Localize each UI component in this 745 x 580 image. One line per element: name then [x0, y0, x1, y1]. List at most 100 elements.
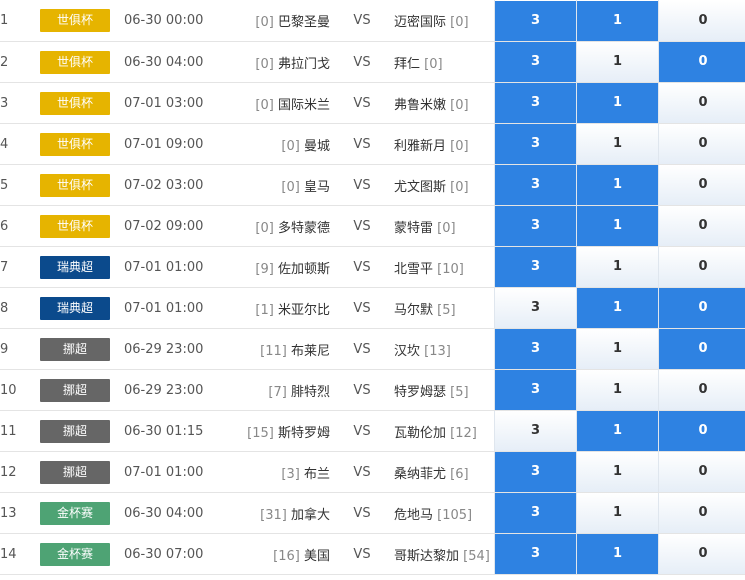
away-team-name[interactable]: 尤文图斯 — [394, 180, 446, 195]
odds-button-loss[interactable]: 0 — [659, 165, 745, 205]
row-index-cell: 10 — [0, 369, 24, 411]
odds-button-draw[interactable]: 1 — [577, 288, 658, 328]
odds-button-loss[interactable]: 0 — [659, 411, 745, 451]
match-time: 07-01 01:00 — [124, 464, 204, 480]
home-team-name[interactable]: 巴黎圣曼 — [278, 15, 330, 30]
odds-button-win[interactable]: 3 — [495, 165, 576, 205]
odds-button-loss[interactable]: 0 — [659, 288, 745, 328]
odds-button-draw[interactable]: 1 — [577, 165, 658, 205]
home-team-name[interactable]: 皇马 — [304, 180, 330, 195]
odds-button-loss[interactable]: 0 — [659, 534, 745, 574]
league-badge[interactable]: 挪超 — [40, 337, 110, 361]
match-row: 2 世俱杯 06-30 04:00 [0] 弗拉门戈 VS 拜仁 [0] 3 1… — [0, 41, 745, 83]
odds-button-win[interactable]: 3 — [495, 288, 576, 328]
away-team-name[interactable]: 马尔默 — [394, 303, 433, 318]
home-team-name[interactable]: 多特蒙德 — [278, 221, 330, 236]
home-rank: [11] — [260, 343, 287, 359]
away-team-name[interactable]: 瓦勒伦加 — [394, 426, 446, 441]
league-cell: 挪超 — [24, 328, 124, 370]
row-index-cell: 5 — [0, 164, 24, 206]
away-team-name[interactable]: 桑纳菲尤 — [394, 467, 446, 482]
home-team-name[interactable]: 国际米兰 — [278, 98, 330, 113]
league-badge[interactable]: 挪超 — [40, 378, 110, 402]
odds-cell-draw: 1 — [576, 164, 659, 206]
away-team-cell: 特罗姆瑟 [5] — [394, 369, 495, 411]
odds-button-win[interactable]: 3 — [495, 329, 576, 369]
odds-button-draw[interactable]: 1 — [577, 42, 658, 82]
odds-button-win[interactable]: 3 — [495, 83, 576, 123]
away-team-name[interactable]: 汉坎 — [394, 344, 420, 359]
odds-button-win[interactable]: 3 — [495, 370, 576, 410]
odds-button-draw[interactable]: 1 — [577, 0, 658, 41]
away-team-name[interactable]: 弗鲁米嫩 — [394, 98, 446, 113]
odds-button-draw[interactable]: 1 — [577, 83, 658, 123]
odds-button-win[interactable]: 3 — [495, 411, 576, 451]
home-team-name[interactable]: 斯特罗姆 — [278, 426, 330, 441]
odds-button-loss[interactable]: 0 — [659, 247, 745, 287]
odds-button-loss[interactable]: 0 — [659, 206, 745, 246]
odds-button-win[interactable]: 3 — [495, 0, 576, 41]
odds-button-draw[interactable]: 1 — [577, 534, 658, 574]
odds-button-draw[interactable]: 1 — [577, 247, 658, 287]
away-team-name[interactable]: 哥斯达黎加 — [394, 549, 459, 564]
league-cell: 世俱杯 — [24, 41, 124, 83]
away-team-name[interactable]: 特罗姆瑟 — [394, 385, 446, 400]
away-team-name[interactable]: 蒙特雷 — [394, 221, 433, 236]
match-time: 07-01 01:00 — [124, 259, 204, 275]
odds-button-win[interactable]: 3 — [495, 534, 576, 574]
odds-button-draw[interactable]: 1 — [577, 370, 658, 410]
league-badge[interactable]: 金杯赛 — [40, 501, 110, 525]
odds-button-win[interactable]: 3 — [495, 247, 576, 287]
league-badge[interactable]: 瑞典超 — [40, 255, 110, 279]
odds-button-draw[interactable]: 1 — [577, 124, 658, 164]
odds-button-draw[interactable]: 1 — [577, 452, 658, 492]
home-team-name[interactable]: 佐加顿斯 — [278, 262, 330, 277]
vs-cell: VS — [330, 410, 394, 452]
home-team-name[interactable]: 腓特烈 — [291, 385, 330, 400]
league-badge[interactable]: 挪超 — [40, 419, 110, 443]
home-team-name[interactable]: 曼城 — [304, 139, 330, 154]
vs-label: VS — [353, 95, 371, 111]
home-team-name[interactable]: 加拿大 — [291, 508, 330, 523]
league-cell: 金杯赛 — [24, 533, 124, 575]
away-rank: [6] — [450, 466, 469, 482]
league-badge[interactable]: 世俱杯 — [40, 91, 110, 115]
odds-button-draw[interactable]: 1 — [577, 493, 658, 533]
home-team-name[interactable]: 美国 — [304, 549, 330, 564]
home-team-name[interactable]: 布兰 — [304, 467, 330, 482]
odds-button-draw[interactable]: 1 — [577, 206, 658, 246]
odds-button-loss[interactable]: 0 — [659, 493, 745, 533]
home-team-name[interactable]: 米亚尔比 — [278, 303, 330, 318]
league-badge[interactable]: 世俱杯 — [40, 214, 110, 238]
away-team-name[interactable]: 北雪平 — [394, 262, 433, 277]
odds-button-loss[interactable]: 0 — [659, 83, 745, 123]
home-team-name[interactable]: 布莱尼 — [291, 344, 330, 359]
odds-button-loss[interactable]: 0 — [659, 42, 745, 82]
odds-button-loss[interactable]: 0 — [659, 124, 745, 164]
odds-button-loss[interactable]: 0 — [659, 370, 745, 410]
odds-button-win[interactable]: 3 — [495, 42, 576, 82]
odds-button-win[interactable]: 3 — [495, 124, 576, 164]
away-team-name[interactable]: 拜仁 — [394, 57, 420, 72]
league-badge[interactable]: 世俱杯 — [40, 9, 110, 32]
match-time-cell: 06-29 23:00 — [124, 369, 234, 411]
odds-cell-win: 3 — [494, 369, 577, 411]
odds-button-loss[interactable]: 0 — [659, 0, 745, 41]
odds-button-win[interactable]: 3 — [495, 452, 576, 492]
odds-button-loss[interactable]: 0 — [659, 329, 745, 369]
league-badge[interactable]: 金杯赛 — [40, 542, 110, 566]
away-team-name[interactable]: 危地马 — [394, 508, 433, 523]
away-team-name[interactable]: 利雅新月 — [394, 139, 446, 154]
odds-button-win[interactable]: 3 — [495, 206, 576, 246]
league-badge[interactable]: 世俱杯 — [40, 50, 110, 74]
odds-button-draw[interactable]: 1 — [577, 411, 658, 451]
league-badge[interactable]: 瑞典超 — [40, 296, 110, 320]
odds-button-loss[interactable]: 0 — [659, 452, 745, 492]
league-badge[interactable]: 世俱杯 — [40, 173, 110, 197]
odds-button-draw[interactable]: 1 — [577, 329, 658, 369]
league-badge[interactable]: 世俱杯 — [40, 132, 110, 156]
odds-button-win[interactable]: 3 — [495, 493, 576, 533]
league-badge[interactable]: 挪超 — [40, 460, 110, 484]
home-team-name[interactable]: 弗拉门戈 — [278, 57, 330, 72]
away-team-name[interactable]: 迈密国际 — [394, 15, 446, 30]
